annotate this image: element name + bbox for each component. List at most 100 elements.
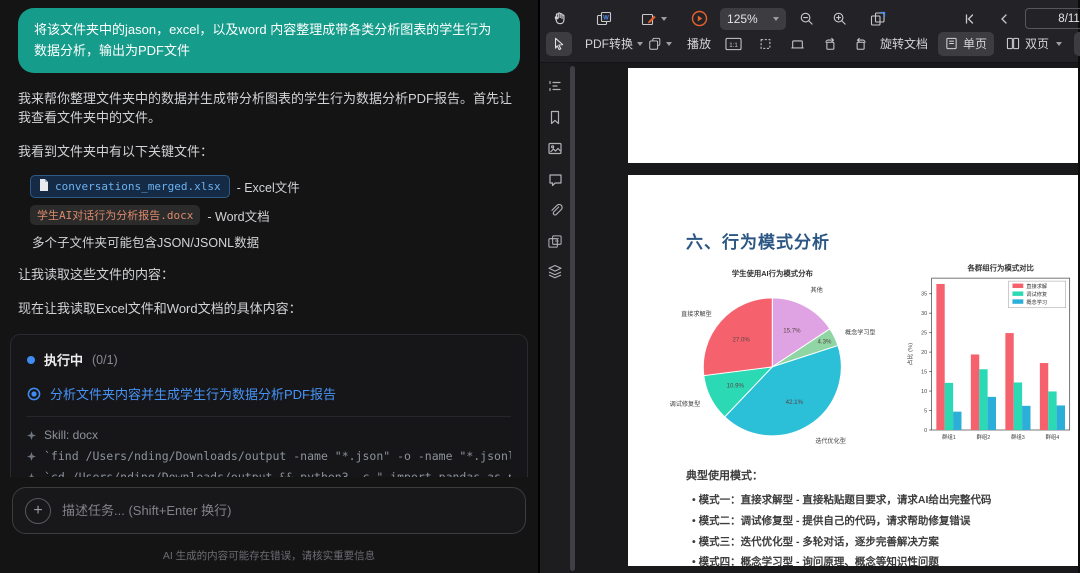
bar: [945, 383, 953, 430]
file-row-word: 学生AI对话行为分析报告.docx - Word文档: [30, 205, 520, 225]
bar: [971, 354, 979, 430]
user-message-bubble: 将该文件夹中的jason，excel，以及word 内容整理成带各类分析图表的学…: [18, 8, 520, 73]
chat-scroll-area[interactable]: 将该文件夹中的jason，excel，以及word 内容整理成带各类分析图表的学…: [0, 0, 538, 477]
task-status-header: 执行中 (0/1): [27, 350, 511, 369]
chevron-down-icon: [637, 42, 643, 46]
usage-pattern-bullet: • 模式二：调试修复型 - 提供自己的代码，请求帮助修复错误: [692, 511, 1078, 532]
svg-text:群组2: 群组2: [977, 433, 991, 441]
pdf-page-7-bottom: [628, 68, 1078, 163]
svg-text:群组1: 群组1: [942, 433, 956, 441]
pdf-convert-button[interactable]: PDF转换: [585, 32, 643, 56]
usage-pattern-title: 典型使用模式：: [686, 467, 1078, 483]
assistant-paragraph: 我看到文件夹中有以下关键文件：: [18, 142, 520, 162]
prev-page-icon[interactable]: [991, 7, 1017, 31]
task-input[interactable]: [62, 503, 513, 518]
marquee-zoom-icon[interactable]: [752, 32, 778, 56]
bar: [1023, 406, 1031, 430]
bar: [1040, 363, 1048, 430]
status-label: 执行中: [44, 350, 83, 369]
task-step-text: `find /Users/nding/Downloads/output -nam…: [44, 449, 511, 463]
select-tool-button[interactable]: [546, 32, 572, 56]
file-list: conversations_merged.xlsx - Excel文件 学生AI…: [30, 175, 520, 251]
task-step: Skill: docx: [27, 428, 511, 442]
assistant-paragraph: 我来帮你整理文件夹中的数据并生成带分析图表的学生行为数据分析PDF报告。首先让我…: [18, 89, 520, 128]
svg-text:概念学习型: 概念学习型: [845, 328, 876, 336]
task-execution-card: 执行中 (0/1) 分析文件夹内容并生成学生行为数据分析PDF报告 Skill:…: [10, 334, 528, 477]
pages-icon[interactable]: [546, 232, 564, 250]
pdf-page-8: 六、行为模式分析 学生使用AI行为模式分布15.7%其他4.3%概念学习型42.…: [628, 175, 1078, 566]
edit-tool-button[interactable]: [641, 7, 667, 31]
page-indicator[interactable]: 8/11: [1025, 8, 1080, 29]
composer-area: +: [0, 477, 538, 540]
single-page-mode-button[interactable]: 单页: [938, 32, 994, 56]
svg-text:25: 25: [922, 331, 928, 337]
double-page-mode-button[interactable]: 双页: [999, 32, 1069, 56]
add-attachment-button[interactable]: +: [25, 498, 51, 524]
comment-icon[interactable]: [546, 170, 564, 188]
svg-text:42.1%: 42.1%: [786, 399, 804, 406]
bar: [1049, 391, 1057, 430]
continuous-read-button[interactable]: 连续阅读: [1074, 32, 1080, 56]
file-icon: [39, 179, 49, 194]
svg-text:1:1: 1:1: [729, 41, 738, 48]
vertical-scrollbar[interactable]: [570, 66, 575, 571]
svg-text:其他: 其他: [810, 286, 822, 294]
task-steps: Skill: docx `find /Users/nding/Downloads/…: [27, 428, 511, 477]
play-label[interactable]: 播放: [687, 35, 711, 52]
bar: [937, 284, 945, 430]
excel-file-chip[interactable]: conversations_merged.xlsx: [30, 175, 230, 198]
usage-pattern-bullet: • 模式三：迭代优化型 - 多轮对话，逐步完善解决方案: [692, 532, 1078, 553]
chevron-down-icon: [661, 17, 667, 21]
status-dot-icon: [27, 356, 35, 364]
chat-panel: 将该文件夹中的jason，excel，以及word 内容整理成带各类分析图表的学…: [0, 0, 540, 573]
task-step-text: Skill: docx: [44, 428, 98, 442]
sparkle-icon: [27, 431, 36, 440]
copy-pages-button[interactable]: [647, 32, 673, 56]
paperclip-icon[interactable]: [546, 201, 564, 219]
rotate-left-icon[interactable]: [816, 32, 842, 56]
svg-text:直接求解: 直接求解: [1027, 282, 1048, 290]
task-radio-icon: [27, 387, 41, 401]
usage-pattern-bullet: • 模式一：直接求解型 - 直接粘贴题目要求，请求AI给出完整代码: [692, 490, 1078, 511]
svg-text:5: 5: [925, 408, 928, 414]
bookmark-icon[interactable]: [546, 108, 564, 126]
pdf-to-word-icon[interactable]: W: [592, 7, 618, 31]
svg-text:15: 15: [922, 370, 928, 376]
rotate-right-icon[interactable]: [848, 32, 874, 56]
svg-text:27.0%: 27.0%: [733, 336, 751, 343]
first-page-icon[interactable]: [957, 7, 983, 31]
fit-width-icon[interactable]: [784, 32, 810, 56]
svg-text:占比 (%): 占比 (%): [906, 343, 914, 366]
svg-text:W: W: [603, 15, 609, 21]
zoom-in-icon[interactable]: [826, 7, 852, 31]
play-icon[interactable]: [686, 7, 712, 31]
ai-disclaimer: AI 生成的内容可能存在错误，请核实重要信息: [0, 540, 538, 573]
actual-size-icon[interactable]: 1:1: [720, 32, 746, 56]
pie-chart: 学生使用AI行为模式分布15.7%其他4.3%概念学习型42.1%迭代优化型10…: [650, 263, 898, 455]
pages-area[interactable]: 六、行为模式分析 学生使用AI行为模式分布15.7%其他4.3%概念学习型42.…: [576, 63, 1078, 573]
hand-tool-button[interactable]: [546, 7, 572, 31]
word-file-chip[interactable]: 学生AI对话行为分析报告.docx: [30, 205, 200, 225]
chevron-down-icon: [666, 42, 672, 46]
svg-text:直接求解型: 直接求解型: [681, 310, 712, 318]
status-count: (0/1): [92, 353, 118, 367]
sparkle-icon: [27, 452, 36, 461]
task-item[interactable]: 分析文件夹内容并生成学生行为数据分析PDF报告: [27, 384, 511, 403]
svg-text:0: 0: [925, 428, 928, 434]
zoom-level-dropdown[interactable]: 125%: [720, 8, 786, 30]
replace-pages-icon[interactable]: [865, 7, 891, 31]
layers-icon[interactable]: [546, 263, 564, 281]
image-icon[interactable]: [546, 139, 564, 157]
pdf-convert-label: PDF转换: [585, 35, 633, 52]
svg-text:调试修复型: 调试修复型: [670, 400, 701, 408]
zoom-out-icon[interactable]: [793, 7, 819, 31]
task-step: `cd /Users/nding/Downloads/output && pyt…: [27, 470, 511, 477]
svg-text:35: 35: [922, 292, 928, 298]
svg-text:迭代优化型: 迭代优化型: [815, 437, 846, 445]
usage-pattern-list: • 模式一：直接求解型 - 直接粘贴题目要求，请求AI给出完整代码• 模式二：调…: [692, 490, 1078, 566]
composer-box[interactable]: +: [12, 487, 526, 534]
files-note: 多个子文件夹可能包含JSON/JSONL数据: [32, 232, 520, 251]
rotate-document-label[interactable]: 旋转文档: [880, 35, 928, 52]
outline-icon[interactable]: [546, 77, 564, 95]
bar-chart: 各群组行为模式对比05101520253035占比 (%)群组1群组2群组3群组…: [904, 259, 1078, 459]
